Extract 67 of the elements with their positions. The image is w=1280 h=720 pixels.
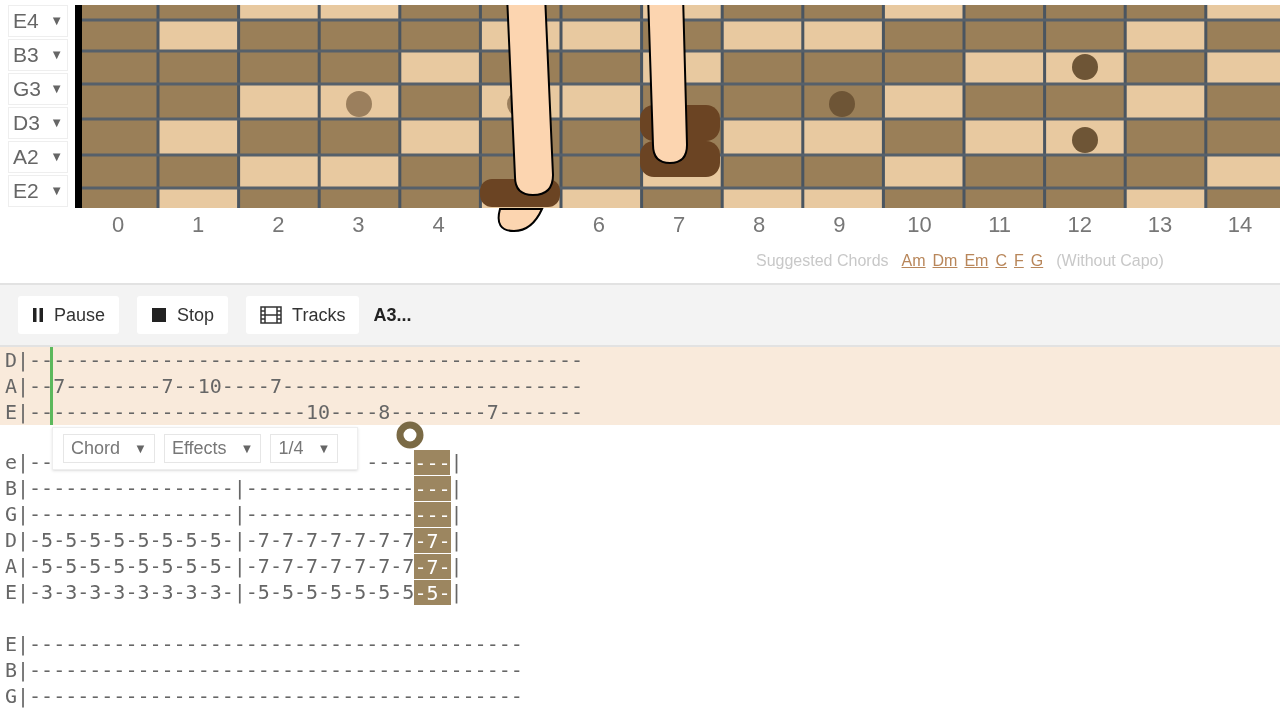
tuning-select[interactable]: D3 ▼ xyxy=(8,107,68,139)
selected-tab-note[interactable]: -7- xyxy=(414,553,451,579)
tab-line: G|-----------------|-------------- xyxy=(5,501,415,527)
fret-number: 6 xyxy=(592,210,606,239)
tuning-select[interactable]: E4 ▼ xyxy=(8,5,68,37)
caret-icon: ▼ xyxy=(50,181,63,201)
tab-line: | xyxy=(450,475,463,501)
tuning-select[interactable]: G3 ▼ xyxy=(8,73,68,105)
tab-line: | xyxy=(450,527,463,553)
fret-number: 4 xyxy=(432,210,445,239)
caret-icon: ▼ xyxy=(50,45,63,65)
selected-tab-note[interactable]: -7- xyxy=(414,527,451,553)
chord-link[interactable]: Em xyxy=(964,249,989,273)
selected-tab-note[interactable]: --- xyxy=(414,449,451,475)
fret-number: 2 xyxy=(272,210,285,239)
caret-icon: ▼ xyxy=(50,147,63,167)
caret-icon: ▼ xyxy=(50,79,63,99)
selected-tab-note[interactable]: --- xyxy=(414,501,451,527)
selected-tab-note[interactable]: -5- xyxy=(414,579,451,605)
fret-number: 0 xyxy=(111,210,125,239)
tab-line: E|-3-3-3-3-3-3-3-3-|-5-5-5-5-5-5-5 xyxy=(5,579,415,605)
tab-line: B|----------------------------------------- xyxy=(5,657,523,683)
tab-line: e|-- xyxy=(5,449,54,475)
fret-number: 13 xyxy=(1147,210,1173,239)
fret-number: 9 xyxy=(833,210,846,239)
popup-select[interactable]: Chord ▼ xyxy=(63,434,155,463)
caret-icon: ▼ xyxy=(134,438,147,459)
chord-link[interactable]: G xyxy=(1030,249,1044,273)
caret-icon: ▼ xyxy=(50,11,63,31)
popup-select[interactable]: 1/4 ▼ xyxy=(270,434,339,463)
fret-number: 7 xyxy=(672,210,686,239)
tuning-select[interactable]: B3 ▼ xyxy=(8,39,68,71)
tab-line: ---- xyxy=(366,449,415,475)
pause-icon xyxy=(32,307,44,323)
chord-link[interactable]: Dm xyxy=(932,249,958,273)
stop-icon xyxy=(151,307,168,323)
fret-number: 10 xyxy=(907,210,932,239)
track-name: A3... xyxy=(373,303,412,327)
selected-tab-note[interactable]: --- xyxy=(414,475,451,501)
stop-button[interactable]: Stop xyxy=(137,296,229,334)
chord-link[interactable]: F xyxy=(1014,249,1024,273)
film-icon xyxy=(260,306,283,324)
fret-number: 8 xyxy=(753,210,766,239)
fret-number: 11 xyxy=(988,210,1012,239)
tab-line: E|----------------------------------------- xyxy=(5,631,523,657)
fret-number: 3 xyxy=(352,210,365,239)
tab-line: A|-5-5-5-5-5-5-5-5-|-7-7-7-7-7-7-7 xyxy=(5,553,415,579)
tracks-button[interactable]: Tracks xyxy=(246,296,360,334)
caret-icon: ▼ xyxy=(240,438,254,459)
pause-button[interactable]: Pause xyxy=(18,296,120,334)
chord-link[interactable]: Am xyxy=(901,249,926,273)
popup-select[interactable]: Effects ▼ xyxy=(163,434,262,463)
tab-line: | xyxy=(450,579,463,605)
tab-line: | xyxy=(450,449,463,475)
tab-line: G|----------------------------------------- xyxy=(5,683,523,709)
tuning-select[interactable]: E2 ▼ xyxy=(8,175,68,207)
tab-line: | xyxy=(450,553,463,579)
fret-number: 12 xyxy=(1067,210,1092,239)
fret-number: 14 xyxy=(1227,210,1253,239)
chord-link[interactable]: C xyxy=(995,249,1007,273)
tuning-select[interactable]: A2 ▼ xyxy=(8,141,68,173)
caret-icon: ▼ xyxy=(50,113,63,133)
fret-number: 1 xyxy=(192,210,205,239)
tab-line: D|-5-5-5-5-5-5-5-5-|-7-7-7-7-7-7-7 xyxy=(5,527,415,553)
tab-line: B|-----------------|-------------- xyxy=(5,475,415,501)
caret-icon: ▼ xyxy=(317,438,331,459)
tab-line: | xyxy=(450,501,463,527)
